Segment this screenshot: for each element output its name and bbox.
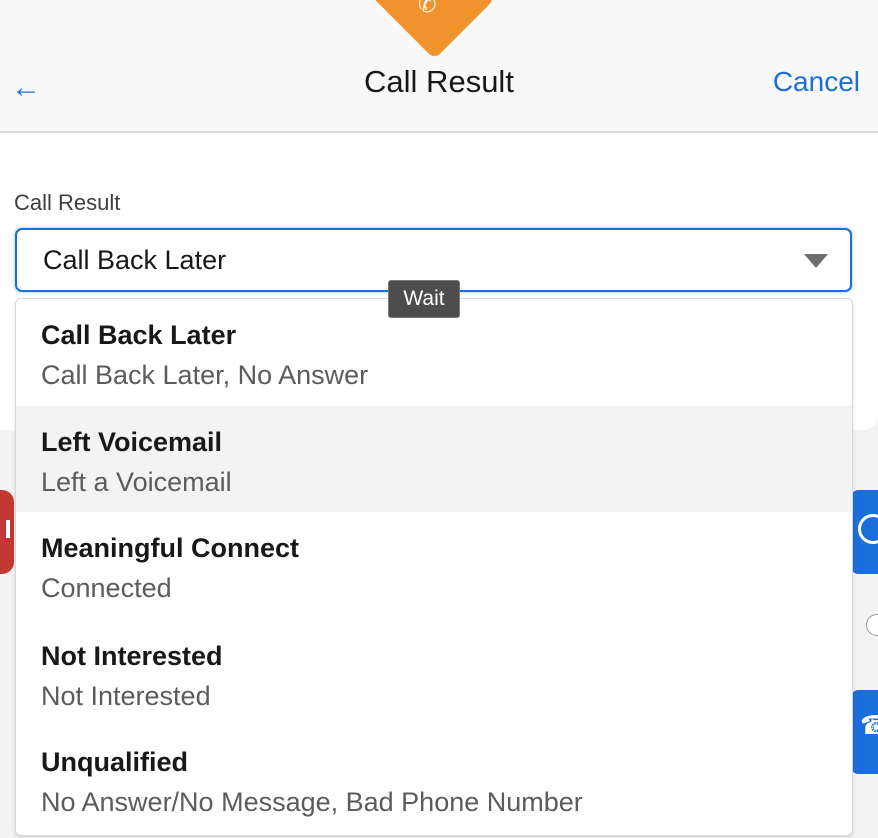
option-unqualified[interactable]: Unqualified No Answer/No Message, Bad Ph… [16,726,852,832]
option-subtitle: Connected [41,573,172,603]
option-title: Left Voicemail [41,427,223,457]
option-subtitle: Call Back Later, No Answer [41,360,369,390]
chevron-down-icon [804,254,828,268]
background-red-button[interactable] [0,490,14,574]
option-title: Not Interested [41,641,223,671]
background-call-button[interactable]: ☎ [852,690,878,774]
option-subtitle: No Answer/No Message, Bad Phone Number [41,787,583,817]
call-result-listbox: Call Back Later Call Back Later, No Answ… [15,298,853,836]
phone-icon: ✆ [418,0,437,17]
wait-tooltip: Wait [388,280,460,318]
option-meaningful-connect[interactable]: Meaningful Connect Connected [16,512,852,618]
app-root: ☎ ✆ ← Call Result Cancel Call Result Cal… [0,0,878,838]
option-left-voicemail[interactable]: Left Voicemail Left a Voicemail [16,406,852,512]
circle-icon [858,514,878,544]
cancel-button[interactable]: Cancel [773,66,860,98]
modal-header: ✆ ← Call Result Cancel [0,0,878,133]
option-not-interested[interactable]: Not Interested Not Interested [16,620,852,726]
background-radio[interactable] [866,614,878,636]
option-title: Meaningful Connect [41,533,299,563]
page-title: Call Result [364,64,514,99]
option-title: Unqualified [41,747,188,777]
option-title: Call Back Later [41,320,237,350]
option-subtitle: Left a Voicemail [41,467,232,497]
call-result-label: Call Result [14,190,121,215]
background-blue-action-button[interactable] [852,490,878,574]
combobox-selected-value: Call Back Later [43,245,227,275]
phone-icon: ☎ [860,710,878,740]
option-subtitle: Not Interested [41,681,211,711]
